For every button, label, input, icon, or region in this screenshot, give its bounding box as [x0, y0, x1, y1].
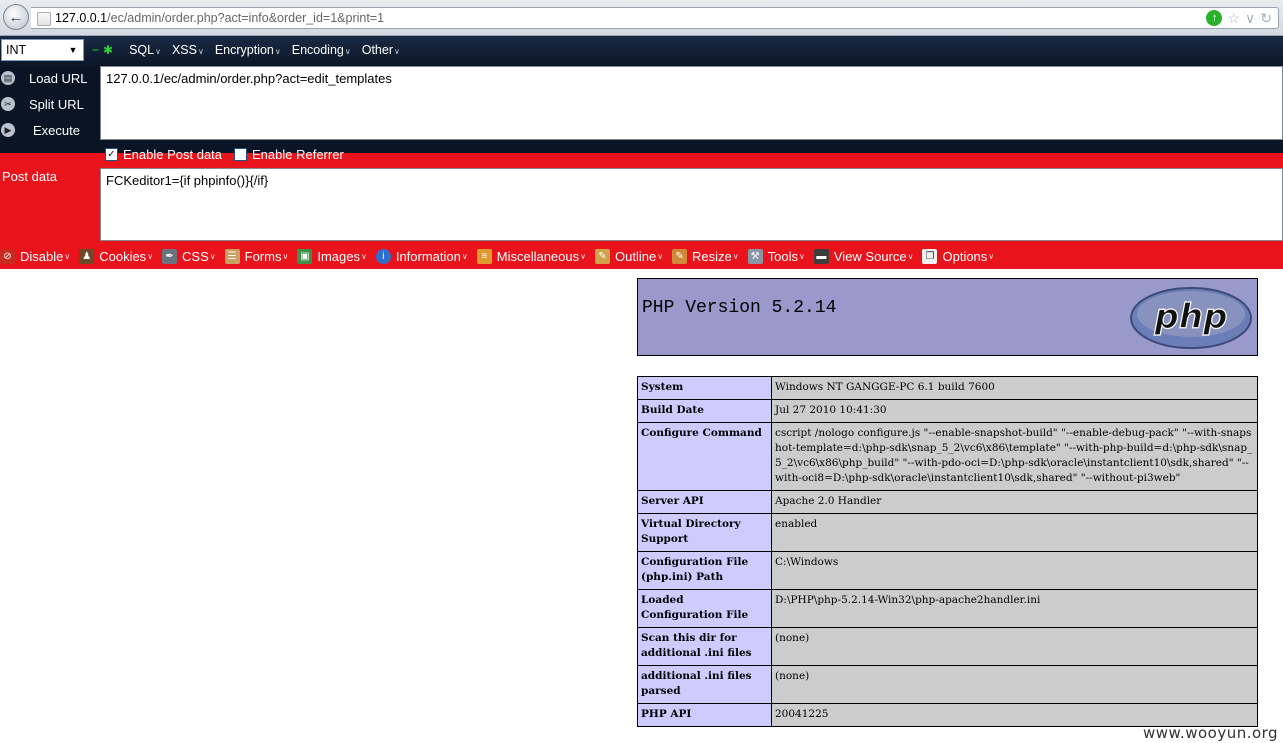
- post-data-label: Post data: [2, 169, 57, 184]
- url-textarea[interactable]: 127.0.0.1/ec/admin/order.php?act=edit_te…: [100, 66, 1283, 140]
- forms-icon: ☰: [224, 248, 240, 264]
- browser-toolbar: ← 127.0.0.1/ec/admin/order.php?act=info&…: [0, 0, 1283, 36]
- row-value: D:\PHP\php-5.2.14-Win32\php-apache2handl…: [771, 589, 1258, 628]
- table-row: Configuration File (php.ini) Path C:\Wind…: [637, 551, 1258, 590]
- toolbar-forms[interactable]: ☰ Forms ∨: [224, 248, 288, 264]
- toolbar-disable[interactable]: ⊘ Disable ∨: [0, 248, 70, 264]
- chevron-down-icon: ▼: [68, 45, 78, 55]
- resize-icon: ✎: [672, 248, 688, 264]
- row-key: Build Date: [637, 399, 772, 423]
- increment-decrement-icons[interactable]: −✱: [92, 43, 117, 57]
- information-icon: i: [375, 248, 391, 264]
- row-key: Scan this dir for additional .ini files: [637, 627, 772, 666]
- php-logo: php: [1130, 287, 1252, 349]
- toolbar-images[interactable]: ▣ Images ∨: [297, 248, 367, 264]
- reload-icon[interactable]: ↻: [1260, 10, 1272, 26]
- toolbar-information[interactable]: i Information ∨: [375, 248, 468, 264]
- toolbar-options[interactable]: ❐ Options ∨: [922, 248, 994, 264]
- row-value: enabled: [771, 513, 1258, 552]
- web-developer-toolbar: ⊘ Disable ∨ ♟ Cookies ∨ ✒ CSS ∨ ☰ Forms ∨ ▣ Images ∨ i I…: [0, 243, 1283, 269]
- table-row: Server API Apache 2.0 Handler: [637, 490, 1258, 514]
- split-url-button[interactable]: ✂ Split URL: [0, 93, 100, 117]
- row-key: additional .ini files parsed: [637, 665, 772, 704]
- back-arrow-icon: ←: [8, 8, 24, 26]
- table-row: additional .ini files parsed (none): [637, 665, 1258, 704]
- toolbar-resize[interactable]: ✎ Resize ∨: [672, 248, 739, 264]
- back-button[interactable]: ←: [3, 4, 29, 30]
- table-row: Scan this dir for additional .ini files(…: [637, 627, 1258, 666]
- post-data-textarea[interactable]: FCKeditor1={if phpinfo()}{/if}: [100, 168, 1283, 241]
- php-version-title: PHP Version 5.2.14: [642, 298, 837, 318]
- page-content: PHP Version 5.2.14 php System Windows NT …: [0, 269, 1283, 743]
- row-value: Jul 27 2010 10:41:30: [771, 399, 1258, 423]
- menu-sql[interactable]: SQL∨: [129, 43, 161, 57]
- row-value: (none): [771, 627, 1258, 666]
- row-value: cscript /nologo configure.js "--enable-s…: [771, 422, 1258, 491]
- tools-icon: ⚒: [747, 248, 763, 264]
- address-url: 127.0.0.1/ec/admin/order.php?act=info&or…: [55, 11, 385, 25]
- row-key: Configuration File (php.ini) Path: [637, 551, 772, 590]
- phpinfo-table: System Windows NT GANGGE-PC 6.1 build 760…: [637, 376, 1258, 727]
- toolbar-cookies[interactable]: ♟ Cookies ∨: [79, 248, 153, 264]
- execute-icon: ▶: [1, 123, 15, 137]
- row-key: Loaded Configuration File: [637, 589, 772, 628]
- menu-xss[interactable]: XSS∨: [172, 43, 204, 57]
- css-icon: ✒: [162, 248, 178, 264]
- post-options: ✓ Enable Post data Enable Referrer: [0, 141, 1283, 168]
- view-source-icon: ▬: [813, 248, 829, 264]
- type-select[interactable]: INT ▼: [1, 39, 84, 61]
- hackbar-menu: −✱ SQL∨ XSS∨ Encryption∨ Encoding∨ Other…: [92, 43, 411, 57]
- hackbar-menubar: INT ▼ −✱ SQL∨ XSS∨ Encryption∨ Encoding∨…: [0, 36, 1283, 66]
- row-key: Server API: [637, 490, 772, 514]
- phpinfo-header: PHP Version 5.2.14 php: [637, 278, 1258, 356]
- toolbar-outline[interactable]: ✎ Outline ∨: [594, 248, 663, 264]
- load-url-button[interactable]: ▤ Load URL: [0, 67, 100, 91]
- svg-text:php: php: [1154, 297, 1228, 337]
- toolbar-css[interactable]: ✒ CSS ∨: [162, 248, 216, 264]
- row-value: (none): [771, 665, 1258, 704]
- checkmark-icon: ✓: [105, 148, 118, 161]
- go-icon[interactable]: ↑: [1206, 10, 1223, 26]
- page-favicon-icon: [37, 12, 51, 26]
- toolbar-miscellaneous[interactable]: ≡ Miscellaneous ∨: [476, 248, 586, 264]
- row-value: Apache 2.0 Handler: [771, 490, 1258, 514]
- enable-referrer-checkbox[interactable]: Enable Referrer: [234, 147, 344, 162]
- row-value: Windows NT GANGGE-PC 6.1 build 7600: [771, 376, 1258, 400]
- table-row: Virtual Directory Support enabled: [637, 513, 1258, 552]
- row-key: Virtual Directory Support: [637, 513, 772, 552]
- execute-button[interactable]: ▶ Execute: [0, 119, 100, 143]
- cookies-icon: ♟: [79, 248, 95, 264]
- hackbar: INT ▼ −✱ SQL∨ XSS∨ Encryption∨ Encoding∨…: [0, 36, 1283, 154]
- outline-icon: ✎: [594, 248, 610, 264]
- row-value: C:\Windows: [771, 551, 1258, 590]
- load-url-icon: ▤: [1, 71, 15, 85]
- table-row: Configure Command cscript /nologo configu…: [637, 422, 1258, 491]
- table-row: Loaded Configuration File D:\PHP\php-5.2.…: [637, 589, 1258, 628]
- menu-encoding[interactable]: Encoding∨: [292, 43, 351, 57]
- row-key: Configure Command: [637, 422, 772, 491]
- table-row: System Windows NT GANGGE-PC 6.1 build 760…: [637, 376, 1258, 400]
- options-icon: ❐: [922, 248, 938, 264]
- table-row: Build Date Jul 27 2010 10:41:30: [637, 399, 1258, 423]
- menu-other[interactable]: Other∨: [362, 43, 400, 57]
- address-bar[interactable]: 127.0.0.1/ec/admin/order.php?act=info&or…: [31, 7, 1279, 29]
- images-icon: ▣: [297, 248, 313, 264]
- enable-post-checkbox[interactable]: ✓ Enable Post data: [105, 147, 222, 162]
- menu-encryption[interactable]: Encryption∨: [215, 43, 281, 57]
- row-key: PHP API: [637, 703, 772, 727]
- row-key: System: [637, 376, 772, 400]
- watermark: www.wooyun.org: [1143, 724, 1279, 742]
- miscellaneous-icon: ≡: [476, 248, 492, 264]
- history-dropdown-icon[interactable]: ∨: [1245, 10, 1255, 26]
- split-url-icon: ✂: [1, 97, 15, 111]
- bookmark-star-icon[interactable]: ☆: [1227, 10, 1240, 26]
- disable-icon: ⊘: [0, 248, 15, 264]
- toolbar-tools[interactable]: ⚒ Tools ∨: [747, 248, 805, 264]
- toolbar-view-source[interactable]: ▬ View Source ∨: [813, 248, 913, 264]
